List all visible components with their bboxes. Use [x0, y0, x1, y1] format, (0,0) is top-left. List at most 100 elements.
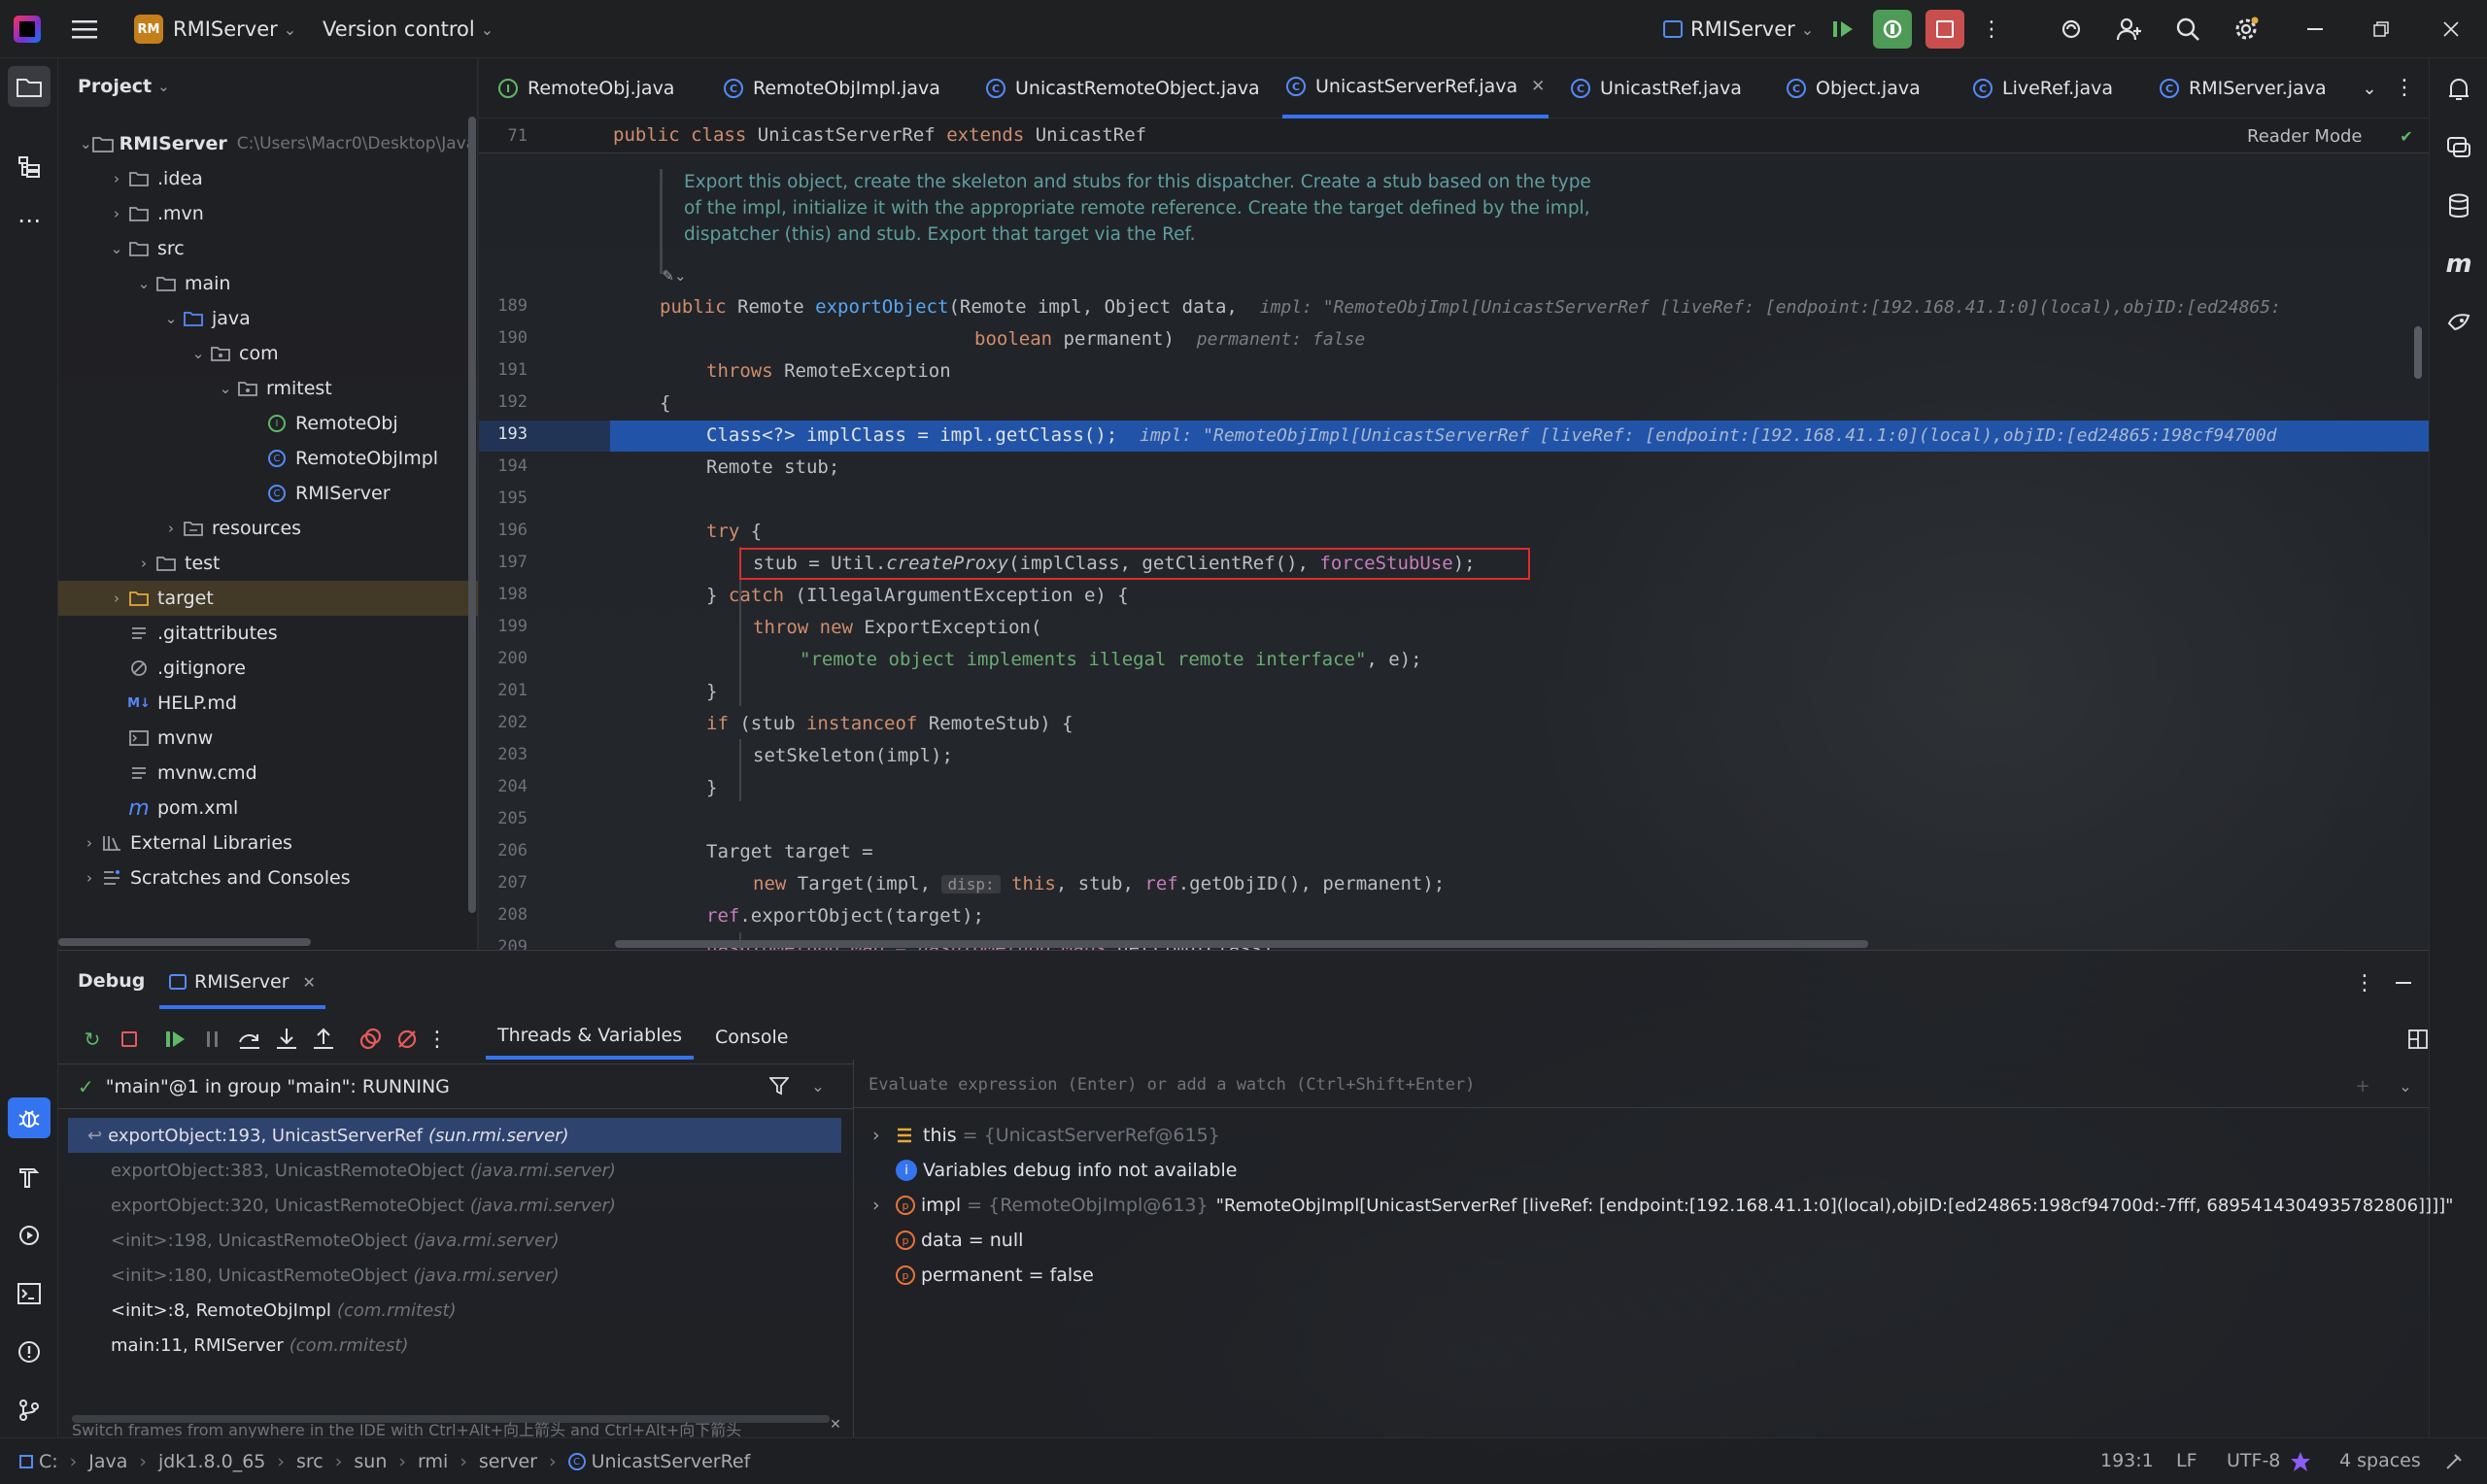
debug-session-tab[interactable]: RMIServer ✕	[159, 959, 325, 1009]
pause-icon[interactable]	[198, 1025, 227, 1054]
frame-row[interactable]: exportObject:320, UnicastRemoteObject (ja…	[68, 1188, 851, 1223]
tree-item-rmitest[interactable]: ⌄ rmitest	[58, 371, 466, 406]
tree-item-gitignore[interactable]: .gitignore	[58, 651, 466, 686]
breadcrumb-item[interactable]: sun	[354, 1451, 387, 1472]
tab-object[interactable]: C Object.java	[1787, 58, 1921, 118]
git-branch-icon[interactable]	[12, 1393, 47, 1428]
tree-item-pom-xml[interactable]: m pom.xml	[58, 791, 466, 826]
add-user-icon[interactable]	[2114, 14, 2145, 45]
tree-item-target[interactable]: › target	[58, 581, 478, 616]
breadcrumb-item[interactable]: server	[479, 1451, 537, 1472]
tab-unicastserverref[interactable]: C UnicastServerRef.java ✕	[1282, 58, 1550, 118]
main-menu-icon[interactable]	[70, 17, 99, 41]
project-panel-header[interactable]: Project ⌄	[78, 72, 170, 101]
close-hint-icon[interactable]: ✕	[826, 1415, 845, 1434]
hide-panel-icon[interactable]	[2392, 970, 2415, 995]
ai-status-icon[interactable]	[2289, 1450, 2312, 1473]
tree-item-mvnw[interactable]: mvnw	[58, 721, 466, 756]
terminal-icon[interactable]	[12, 1276, 47, 1311]
stop-debug-icon[interactable]	[115, 1025, 144, 1054]
debug-options-icon[interactable]: ⋮	[2354, 970, 2375, 995]
indent-setting[interactable]: 4 spaces	[2339, 1450, 2421, 1471]
breadcrumb-item[interactable]: src	[296, 1451, 324, 1472]
tab-console[interactable]: Console	[703, 1015, 800, 1060]
tree-item-remoteobjimpl[interactable]: C RemoteObjImpl	[58, 441, 466, 476]
tree-item-src[interactable]: ⌄ src	[58, 231, 466, 266]
plugin-icon[interactable]	[2443, 307, 2474, 338]
ai-assistant-icon[interactable]	[2056, 14, 2087, 45]
run-services-icon[interactable]	[12, 1218, 47, 1253]
breadcrumb-item[interactable]: rmi	[418, 1451, 448, 1472]
tree-item-mvn[interactable]: › .mvn	[58, 196, 466, 231]
intellij-logo-icon[interactable]	[14, 16, 41, 43]
vertical-scrollbar[interactable]	[468, 117, 476, 913]
step-out-icon[interactable]	[309, 1025, 338, 1054]
tab-rmiserver[interactable]: C RMIServer.java	[2160, 58, 2327, 118]
var-impl[interactable]: › p impl = {RemoteObjImpl@613} "RemoteObjImp…	[872, 1188, 2453, 1223]
settings-gear-icon[interactable]	[2231, 14, 2262, 45]
tree-item-idea[interactable]: › .idea	[58, 161, 466, 196]
mute-breakpoints-icon[interactable]	[392, 1025, 422, 1054]
maven-icon[interactable]: m	[2443, 249, 2474, 280]
run-config-selector[interactable]: RMIServer ⌄	[1663, 14, 1814, 45]
editor-vertical-scrollbar[interactable]	[2414, 326, 2422, 379]
var-permanent[interactable]: p permanent = false	[896, 1258, 1094, 1293]
tree-item-scratches[interactable]: › Scratches and Consoles	[58, 860, 466, 895]
tree-item-com[interactable]: ⌄ com	[58, 336, 466, 371]
build-hammer-icon[interactable]	[12, 1160, 47, 1195]
debug-rerun-icon[interactable]	[1873, 10, 1912, 49]
toggle-doc-render-icon[interactable]: ✎⌄	[660, 264, 689, 287]
restore-icon[interactable]	[2367, 16, 2396, 43]
tab-unicastremoteobject[interactable]: C UnicastRemoteObject.java	[986, 58, 1260, 118]
tree-item-resources[interactable]: › resources	[58, 511, 466, 546]
frame-row[interactable]: <init>:180, UnicastRemoteObject (java.rmi…	[68, 1258, 851, 1293]
breadcrumb-item[interactable]: Java	[88, 1451, 127, 1472]
chevron-down-icon[interactable]: ⌄	[2394, 1073, 2417, 1098]
tabs-more-icon[interactable]: ⋮	[2394, 74, 2415, 101]
rerun-icon[interactable]: ↻	[78, 1025, 107, 1054]
close-window-icon[interactable]	[2436, 16, 2466, 43]
caret-position[interactable]: 193:1	[2100, 1450, 2154, 1471]
frame-row[interactable]: <init>:8, RemoteObjImpl (com.rmitest)	[68, 1293, 851, 1328]
tab-remoteobj[interactable]: I RemoteObj.java	[498, 58, 674, 118]
frame-row[interactable]: ↩ exportObject:193, UnicastServerRef (sun.…	[68, 1118, 841, 1153]
add-watch-icon[interactable]: +	[2351, 1073, 2374, 1098]
close-session-icon[interactable]: ✕	[303, 973, 316, 992]
vcs-menu[interactable]: Version control ⌄	[323, 14, 494, 45]
resume-program-icon[interactable]	[161, 1025, 190, 1054]
tree-item-remoteobj[interactable]: I RemoteObj	[58, 406, 466, 441]
chevron-down-icon[interactable]: ⌄	[806, 1073, 830, 1098]
view-breakpoints-icon[interactable]	[356, 1025, 385, 1054]
close-tab-icon[interactable]: ✕	[1531, 77, 1545, 96]
more-tools-icon[interactable]: ⋯	[12, 206, 47, 235]
tree-item-test[interactable]: › test	[58, 546, 466, 581]
search-icon[interactable]	[2172, 14, 2203, 45]
tree-item-help-md[interactable]: M↓ HELP.md	[58, 686, 466, 721]
tab-liveref[interactable]: C LiveRef.java	[1973, 58, 2113, 118]
frame-row[interactable]: <init>:198, UnicastRemoteObject (java.rmi…	[68, 1223, 851, 1258]
step-into-icon[interactable]	[272, 1025, 301, 1054]
horizontal-scrollbar[interactable]	[58, 938, 311, 946]
tree-item-java[interactable]: ⌄ java	[58, 301, 466, 336]
line-separator[interactable]: LF	[2176, 1450, 2197, 1471]
evaluate-expression-input[interactable]: Evaluate expression (Enter) or add a wat…	[869, 1075, 1475, 1095]
resume-icon[interactable]	[1828, 16, 1857, 43]
file-encoding[interactable]: UTF-8	[2227, 1450, 2280, 1471]
database-icon[interactable]	[2443, 190, 2474, 221]
more-actions-icon[interactable]: ⋮	[1981, 16, 2002, 43]
breadcrumb-item[interactable]: jdk1.8.0_65	[158, 1451, 265, 1472]
read-only-lock-icon[interactable]	[2442, 1450, 2466, 1473]
problems-icon[interactable]	[12, 1334, 47, 1369]
code-editor[interactable]: 71 public class UnicastServerRef extends…	[479, 118, 2429, 950]
project-switcher[interactable]: RM RMIServer ⌄	[134, 14, 296, 45]
reader-mode-button[interactable]: Reader Mode	[2247, 126, 2362, 147]
toolbar-more-icon[interactable]: ⋮	[426, 1025, 448, 1054]
tree-item-rmiserver[interactable]: ⌄ RMIServer C:\Users\Macr0\Desktop\Java	[58, 126, 476, 161]
tab-remoteobjimpl[interactable]: C RemoteObjImpl.java	[724, 58, 940, 118]
tree-item-gitattributes[interactable]: .gitattributes	[58, 616, 466, 651]
tabs-dropdown-icon[interactable]: ⌄	[2358, 76, 2381, 101]
tree-item-mvnw-cmd[interactable]: mvnw.cmd	[58, 756, 466, 791]
tree-item-rmiserver-class[interactable]: C RMIServer	[58, 476, 466, 511]
step-over-icon[interactable]	[235, 1025, 264, 1054]
ai-chat-icon[interactable]	[2443, 132, 2474, 163]
